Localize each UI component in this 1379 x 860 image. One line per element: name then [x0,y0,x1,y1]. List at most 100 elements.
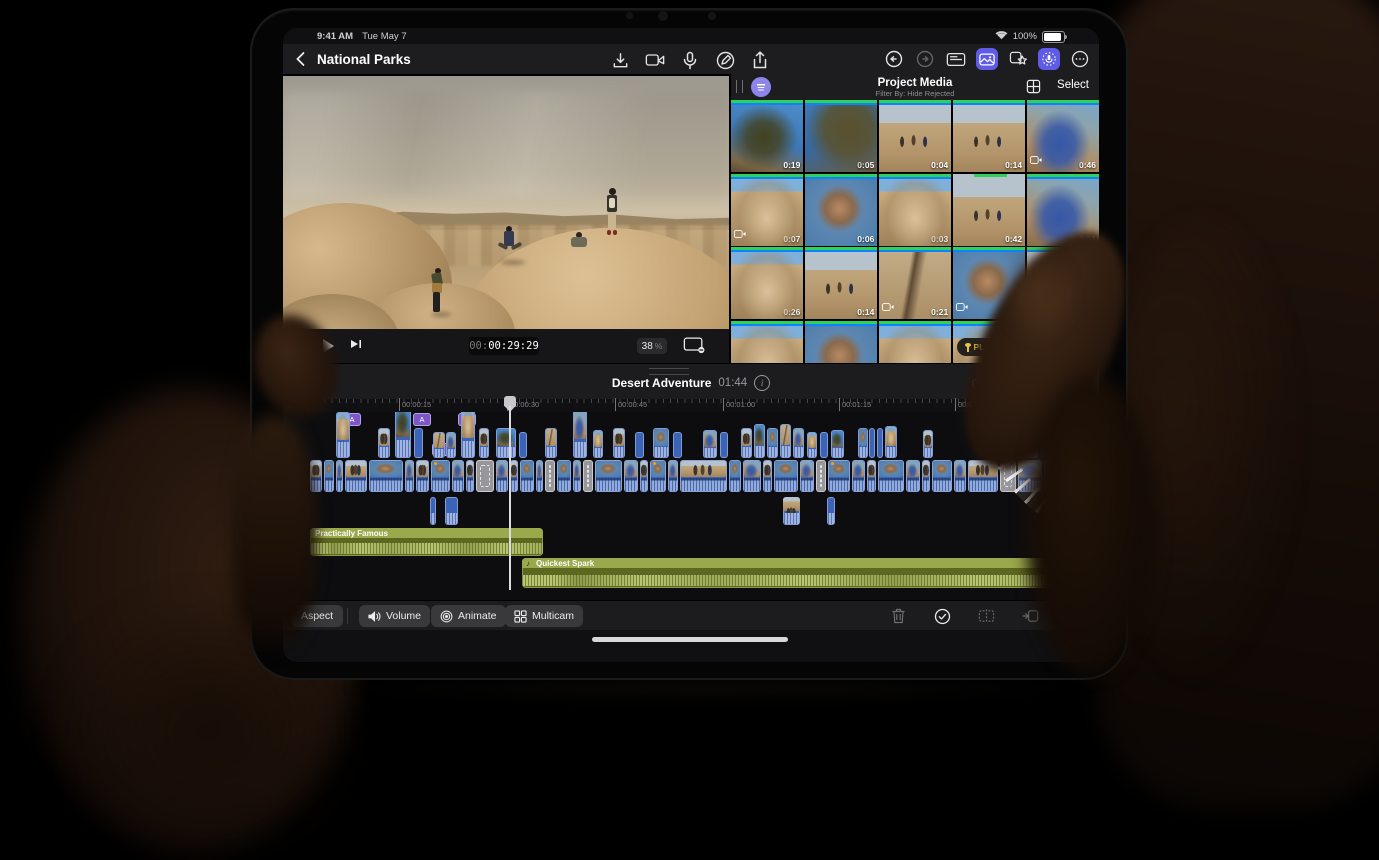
storyline-clip[interactable] [800,460,814,492]
skip-end-icon[interactable] [350,337,362,355]
storyline-clip[interactable] [906,460,920,492]
connected-clip[interactable] [378,428,390,458]
storyline-clip[interactable] [932,460,952,492]
storyline-clip[interactable] [573,460,581,492]
info-icon[interactable]: i [754,375,770,391]
connected-clip[interactable] [793,428,804,458]
connected-clip[interactable] [545,428,557,458]
storyline-clip[interactable] [774,460,798,492]
connected-clip[interactable] [858,428,868,458]
viewer-zoom-level[interactable]: 38% [637,338,667,354]
connected-clip-below[interactable] [430,497,436,525]
storyline-clip[interactable] [743,460,761,492]
timecode-display[interactable]: 00:00:29:29 [469,337,539,355]
storyline-clip[interactable] [416,460,429,492]
record-video-icon[interactable] [644,49,666,71]
volume-button[interactable]: Volume [359,605,430,627]
storyline-clip[interactable] [405,460,414,492]
connected-clip[interactable] [433,432,445,458]
storyline-clip[interactable] [452,460,464,492]
media-thumb-r2c2[interactable]: 0:06 [805,174,877,246]
storyline-clip[interactable] [816,460,826,492]
undo-icon[interactable] [883,48,905,70]
connected-clip[interactable] [885,426,897,458]
media-thumb-r2c5[interactable]: 0:01 [1027,174,1099,246]
pencil-draw-icon[interactable] [714,49,736,71]
media-thumb-r1c2[interactable]: 0:05 [805,100,877,172]
effects-icon[interactable] [1007,48,1029,70]
title-clip-badge[interactable]: A [413,413,431,426]
media-thumb-r1c4[interactable]: 0:14 [953,100,1025,172]
close-jog-wheel-button[interactable]: ✕ [1060,331,1098,369]
storyline-clip[interactable] [345,460,367,492]
connected-clip[interactable] [414,428,423,458]
media-thumb-r2c3[interactable]: 0:03 [879,174,951,246]
audio-clip-2[interactable]: ♪Quickest Spark [522,558,1067,588]
connected-clip[interactable] [767,428,778,458]
connected-clip[interactable] [720,432,728,458]
home-indicator[interactable] [592,637,788,642]
connected-clip[interactable] [741,428,752,458]
aspect-button[interactable]: Aspect [291,605,343,627]
viewer-options-icon[interactable] [683,336,705,359]
media-thumb-r1c5[interactable]: 0:46 [1027,100,1099,172]
media-browser-icon[interactable] [976,48,998,70]
media-thumb-r2c4[interactable]: 0:42 [953,174,1025,246]
media-thumb-r4c1[interactable] [731,321,803,364]
storyline-clip[interactable] [954,460,966,492]
media-thumb-r2c1[interactable]: 0:07 [731,174,803,246]
storyline-clip[interactable] [595,460,622,492]
connected-clip[interactable] [869,428,875,458]
connected-clip-below[interactable] [783,497,800,525]
select-button[interactable]: Select [1057,79,1089,91]
storyline-clip[interactable] [624,460,638,492]
connected-clip[interactable] [754,424,765,458]
timeline-tracks[interactable]: AAAAPractically Famous♪Quickest Spark [283,412,1099,600]
media-thumb-r3c1[interactable]: 0:26 [731,247,803,319]
connected-clip[interactable] [820,432,828,458]
storyline-clip[interactable] [729,460,741,492]
storyline-clip[interactable] [763,460,772,492]
storyline-clip[interactable] [476,460,494,492]
storyline-clip[interactable] [680,460,727,492]
done-check-icon[interactable] [933,607,951,625]
storyline-clip[interactable] [536,460,543,492]
connected-clip[interactable] [613,428,625,458]
share-icon[interactable] [749,49,771,71]
storyline-clip[interactable] [968,460,998,492]
storyline-clip[interactable] [520,460,534,492]
connected-clip[interactable] [446,432,456,458]
connected-clip[interactable] [593,430,603,458]
connected-clip[interactable] [673,432,682,458]
storyline-clip[interactable] [310,460,322,492]
storyline-clip[interactable] [510,460,518,492]
connected-clip[interactable] [780,424,791,458]
storyline-clip[interactable] [867,460,876,492]
video-preview[interactable] [283,76,729,329]
connected-clip[interactable] [496,428,516,458]
storyline-clip[interactable] [583,460,593,492]
storyline-clip[interactable] [369,460,403,492]
storyline-clip[interactable] [496,460,508,492]
more-icon[interactable] [1069,48,1091,70]
connected-clip[interactable] [479,428,489,458]
connected-clip[interactable] [519,432,527,458]
storyline-clip[interactable] [650,460,666,492]
media-thumb-r3c3[interactable]: 0:21 [879,247,951,319]
titles-icon[interactable] [945,48,967,70]
voice-jog-icon[interactable] [1038,48,1060,70]
storyline-clip[interactable] [336,460,343,492]
timeline-ruler[interactable]: 00:00:1500:00:3000:00:4500:01:0000:01:15… [283,398,1099,412]
animate-button[interactable]: Animate [431,605,506,627]
import-media-icon[interactable] [609,49,631,71]
connected-clip[interactable] [573,412,587,458]
storyline-clip[interactable] [668,460,678,492]
connected-clip[interactable] [703,430,717,458]
connected-clip[interactable] [336,412,350,458]
connected-clip[interactable] [461,412,475,458]
connected-clip[interactable] [807,432,817,458]
connected-clip[interactable] [653,428,669,458]
connected-clip[interactable] [923,430,933,458]
storyline-clip[interactable] [640,460,648,492]
connected-clip[interactable] [395,412,411,458]
